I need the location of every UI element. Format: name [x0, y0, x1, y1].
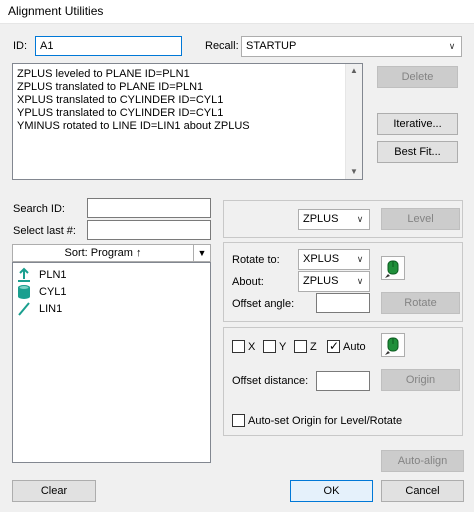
- x-checkbox-label: X: [248, 341, 256, 353]
- feature-list[interactable]: PLN1 CYL1 LIN1: [12, 262, 211, 463]
- log-scrollbar[interactable]: ▲ ▼: [345, 64, 362, 179]
- checkmark-icon: ✓: [329, 339, 340, 353]
- offset-angle-label: Offset angle:: [232, 298, 295, 310]
- chevron-down-icon: ∨: [448, 41, 456, 51]
- rotate-to-select[interactable]: XPLUS ∨: [298, 249, 370, 270]
- offset-distance-input[interactable]: [316, 371, 370, 391]
- level-button[interactable]: Level: [381, 208, 460, 230]
- window-title: Alignment Utilities: [8, 4, 104, 18]
- rotate-to-label: Rotate to:: [232, 254, 280, 266]
- pick-origin-button[interactable]: [381, 333, 405, 357]
- clear-button[interactable]: Clear: [12, 480, 96, 502]
- chevron-down-icon: ∨: [356, 214, 364, 224]
- level-axis-select[interactable]: ZPLUS ∨: [298, 209, 370, 230]
- best-fit-button[interactable]: Best Fit...: [377, 141, 458, 163]
- title-bar: Alignment Utilities: [0, 0, 474, 24]
- sort-header[interactable]: Sort: Program ↑ ▼: [12, 244, 211, 262]
- z-checkbox-label: Z: [310, 341, 317, 353]
- z-checkbox[interactable]: [294, 340, 307, 353]
- cancel-button[interactable]: Cancel: [381, 480, 464, 502]
- auto-checkbox[interactable]: ✓: [327, 339, 340, 353]
- x-checkbox[interactable]: [232, 340, 245, 353]
- offset-distance-label: Offset distance:: [232, 375, 309, 387]
- select-last-label: Select last #:: [13, 225, 76, 237]
- ok-button[interactable]: OK: [290, 480, 373, 502]
- search-id-label: Search ID:: [13, 203, 65, 215]
- caret-down-icon[interactable]: ▼: [193, 245, 210, 261]
- recall-label: Recall:: [205, 40, 239, 52]
- rotate-button[interactable]: Rotate: [381, 292, 460, 314]
- pick-feature-button[interactable]: [381, 256, 405, 280]
- recall-select-value: STARTUP: [246, 40, 297, 52]
- log-line: YMINUS rotated to LINE ID=LIN1 about ZPL…: [17, 120, 250, 132]
- about-select[interactable]: ZPLUS ∨: [298, 271, 370, 292]
- select-last-input[interactable]: [87, 220, 211, 240]
- scroll-down-icon[interactable]: ▼: [346, 165, 362, 179]
- log-line: ZPLUS leveled to PLANE ID=PLN1: [17, 68, 190, 80]
- alignment-log[interactable]: ZPLUS leveled to PLANE ID=PLN1 ZPLUS tra…: [12, 63, 363, 180]
- recall-select[interactable]: STARTUP ∨: [241, 36, 462, 57]
- offset-angle-input[interactable]: [316, 293, 370, 313]
- auto-set-origin-checkbox[interactable]: [232, 414, 245, 427]
- auto-align-button[interactable]: Auto-align: [381, 450, 464, 472]
- sort-label: Sort: Program ↑: [64, 247, 142, 259]
- y-checkbox-label: Y: [279, 341, 287, 353]
- about-label: About:: [232, 276, 264, 288]
- chevron-down-icon: ∨: [356, 276, 364, 286]
- pick-feature-icon: [385, 337, 399, 355]
- line-icon: [18, 302, 30, 316]
- scroll-up-icon[interactable]: ▲: [346, 64, 362, 78]
- log-line: ZPLUS translated to PLANE ID=PLN1: [17, 81, 204, 93]
- delete-button[interactable]: Delete: [377, 66, 458, 88]
- feature-name: CYL1: [39, 286, 67, 298]
- auto-checkbox-label: Auto: [343, 341, 366, 353]
- pick-feature-icon: [385, 260, 399, 278]
- y-checkbox[interactable]: [263, 340, 276, 353]
- origin-button[interactable]: Origin: [381, 369, 460, 391]
- iterative-button[interactable]: Iterative...: [377, 113, 458, 135]
- rotate-to-value: XPLUS: [303, 253, 340, 265]
- cylinder-icon: [18, 285, 30, 299]
- log-line: XPLUS translated to CYLINDER ID=CYL1: [17, 94, 224, 106]
- auto-set-origin-label: Auto-set Origin for Level/Rotate: [248, 415, 403, 427]
- id-input-value: A1: [40, 40, 54, 52]
- id-input[interactable]: A1: [35, 36, 182, 56]
- feature-name: LIN1: [39, 303, 63, 315]
- level-axis-value: ZPLUS: [303, 213, 339, 225]
- about-value: ZPLUS: [303, 275, 339, 287]
- search-id-input[interactable]: [87, 198, 211, 218]
- id-label: ID:: [13, 40, 28, 52]
- plane-icon: [18, 267, 30, 282]
- feature-name: PLN1: [39, 269, 67, 281]
- chevron-down-icon: ∨: [356, 254, 364, 264]
- log-line: YPLUS translated to CYLINDER ID=CYL1: [17, 107, 224, 119]
